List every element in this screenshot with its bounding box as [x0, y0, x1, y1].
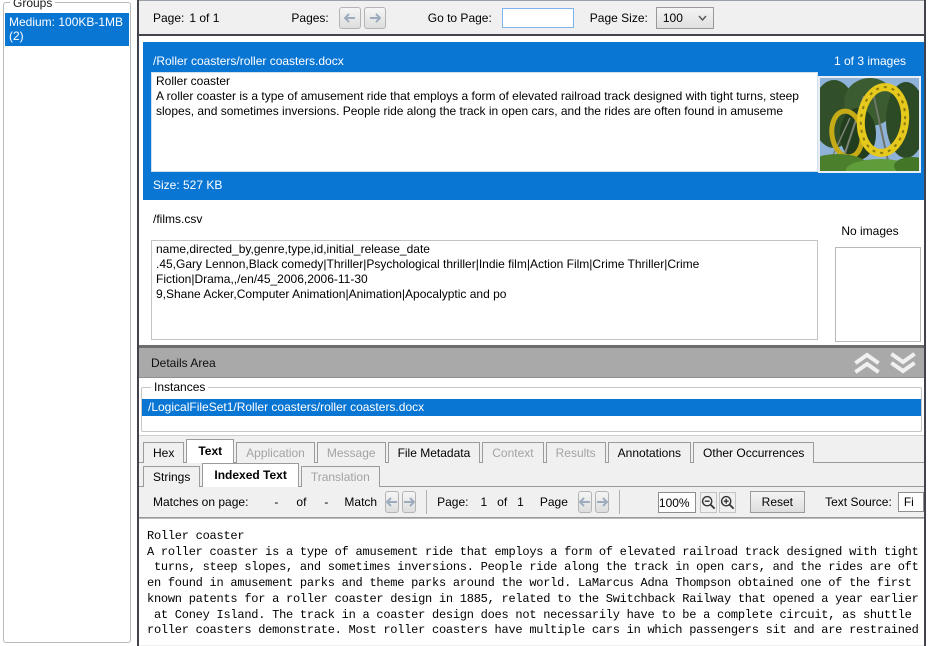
file-size-label: Size: 527 KB — [153, 178, 222, 192]
page2-of-label: of — [497, 495, 507, 509]
zoom-level-field[interactable]: 100% — [658, 492, 696, 513]
matches-of-label: of — [296, 495, 306, 509]
chevron-down-icon — [698, 15, 707, 21]
tab-other-occurrences[interactable]: Other Occurrences — [693, 442, 814, 463]
subtab-translation: Translation — [301, 466, 380, 487]
instances-label: Instances — [151, 380, 208, 394]
viewer-subtabs: Strings Indexed Text Translation — [139, 463, 924, 487]
collapse-up-button[interactable] — [852, 350, 882, 376]
group-item-medium[interactable]: Medium: 100KB-1MB (2) — [5, 13, 129, 46]
result-card-roller-coasters[interactable]: /Roller coasters/roller coasters.docx 1 … — [143, 42, 924, 200]
match-next-button[interactable] — [402, 491, 416, 513]
matches-current: - — [274, 495, 278, 509]
page2-word: Page — [540, 495, 568, 509]
roller-coaster-thumbnail[interactable] — [818, 76, 921, 173]
zoom-in-button[interactable] — [719, 492, 736, 513]
text-viewer-toolbar: Matches on page: - of - Match Page: 1 of… — [139, 487, 924, 518]
match-next-icon — [403, 497, 415, 507]
images-count-label: No images — [818, 224, 922, 238]
instance-row[interactable]: /LogicalFileSet1/Roller coasters/roller … — [142, 399, 921, 416]
page-prev-button[interactable] — [578, 491, 592, 513]
text-source-label: Text Source: — [825, 495, 892, 509]
page-next-button[interactable] — [595, 491, 609, 513]
reset-button[interactable]: Reset — [750, 491, 806, 513]
details-collapse-buttons — [852, 350, 918, 376]
indexed-text-content: Roller coaster A roller coaster is a typ… — [147, 529, 924, 639]
page-size-select[interactable]: 100 — [656, 7, 714, 29]
zoom-out-button[interactable] — [700, 492, 717, 513]
toolbar-separator — [426, 490, 427, 514]
goto-page-label: Go to Page: — [428, 11, 492, 25]
tab-file-metadata[interactable]: File Metadata — [388, 442, 481, 463]
toolbar-separator — [619, 490, 620, 514]
pages-prev-button[interactable] — [339, 7, 361, 29]
matches-on-page-label: Matches on page: — [153, 495, 248, 509]
groups-label: Groups — [10, 0, 55, 10]
pages-next-icon — [369, 13, 381, 23]
page-size-value: 100 — [663, 11, 683, 25]
text-preview: name,directed_by,genre,type,id,initial_r… — [151, 240, 818, 340]
zoom-in-icon — [720, 495, 735, 510]
page2-label: Page: — [437, 495, 468, 509]
instances-panel: Instances /LogicalFileSet1/Roller coaste… — [139, 378, 924, 435]
tab-context: Context — [482, 442, 543, 463]
paging-toolbar: Page: 1 of 1 Pages: Go to Page: Page Siz… — [139, 0, 924, 36]
tab-text[interactable]: Text — [186, 439, 234, 463]
match-prev-icon — [386, 497, 398, 507]
file-path: /Roller coasters/roller coasters.docx — [153, 54, 344, 68]
goto-page-input[interactable] — [502, 8, 574, 28]
zoom-out-icon — [701, 495, 716, 510]
group-item-label: Medium: 100KB-1MB (2) — [9, 15, 123, 43]
collapse-down-button[interactable] — [888, 350, 918, 376]
double-chevron-up-icon — [854, 352, 880, 374]
app-window: Groups Medium: 100KB-1MB (2) Page: 1 of … — [0, 0, 929, 646]
main-panel: Page: 1 of 1 Pages: Go to Page: Page Siz… — [137, 0, 926, 646]
page-value: 1 of 1 — [189, 11, 219, 25]
page-prev-icon — [579, 497, 591, 507]
tab-application: Application — [236, 442, 315, 463]
matches-total: - — [324, 495, 328, 509]
page2-current: 1 — [480, 495, 487, 509]
result-card-films-csv[interactable]: /films.csv No images name,directed_by,ge… — [143, 205, 924, 345]
subtab-strings[interactable]: Strings — [143, 466, 200, 487]
viewer-tabs: Hex Text Application Message File Metada… — [139, 436, 924, 463]
empty-thumbnail-box — [835, 247, 921, 342]
indexed-text-area[interactable]: Roller coaster A roller coaster is a typ… — [139, 518, 924, 645]
details-area-label: Details Area — [151, 356, 216, 370]
pages-next-button[interactable] — [364, 7, 386, 29]
pages-prev-icon — [344, 13, 356, 23]
results-area: /Roller coasters/roller coasters.docx 1 … — [139, 36, 924, 345]
page-size-label: Page Size: — [590, 11, 648, 25]
tab-annotations[interactable]: Annotations — [608, 442, 691, 463]
tab-message: Message — [317, 442, 386, 463]
double-chevron-down-icon — [890, 352, 916, 374]
details-area-bar: Details Area — [139, 345, 924, 378]
groups-panel: Groups Medium: 100KB-1MB (2) — [3, 2, 131, 643]
text-preview: Roller coaster A roller coaster is a typ… — [151, 72, 818, 172]
tab-results: Results — [546, 442, 606, 463]
page-label: Page: — [153, 11, 184, 25]
groups-groupbox: Groups Medium: 100KB-1MB (2) — [3, 2, 131, 643]
pages-label: Pages: — [291, 11, 328, 25]
page-next-icon — [596, 497, 608, 507]
instance-path: /LogicalFileSet1/Roller coasters/roller … — [148, 400, 424, 414]
images-count-label: 1 of 3 images — [818, 54, 922, 68]
match-label: Match — [344, 495, 377, 509]
page2-total: 1 — [517, 495, 524, 509]
subtab-indexed-text[interactable]: Indexed Text — [202, 463, 298, 487]
tab-hex[interactable]: Hex — [143, 442, 184, 463]
file-path: /films.csv — [153, 212, 202, 226]
roller-coaster-image — [820, 78, 919, 171]
content-viewer: Hex Text Application Message File Metada… — [139, 435, 924, 646]
text-source-select[interactable]: Fi — [898, 492, 924, 512]
match-prev-button[interactable] — [385, 491, 399, 513]
